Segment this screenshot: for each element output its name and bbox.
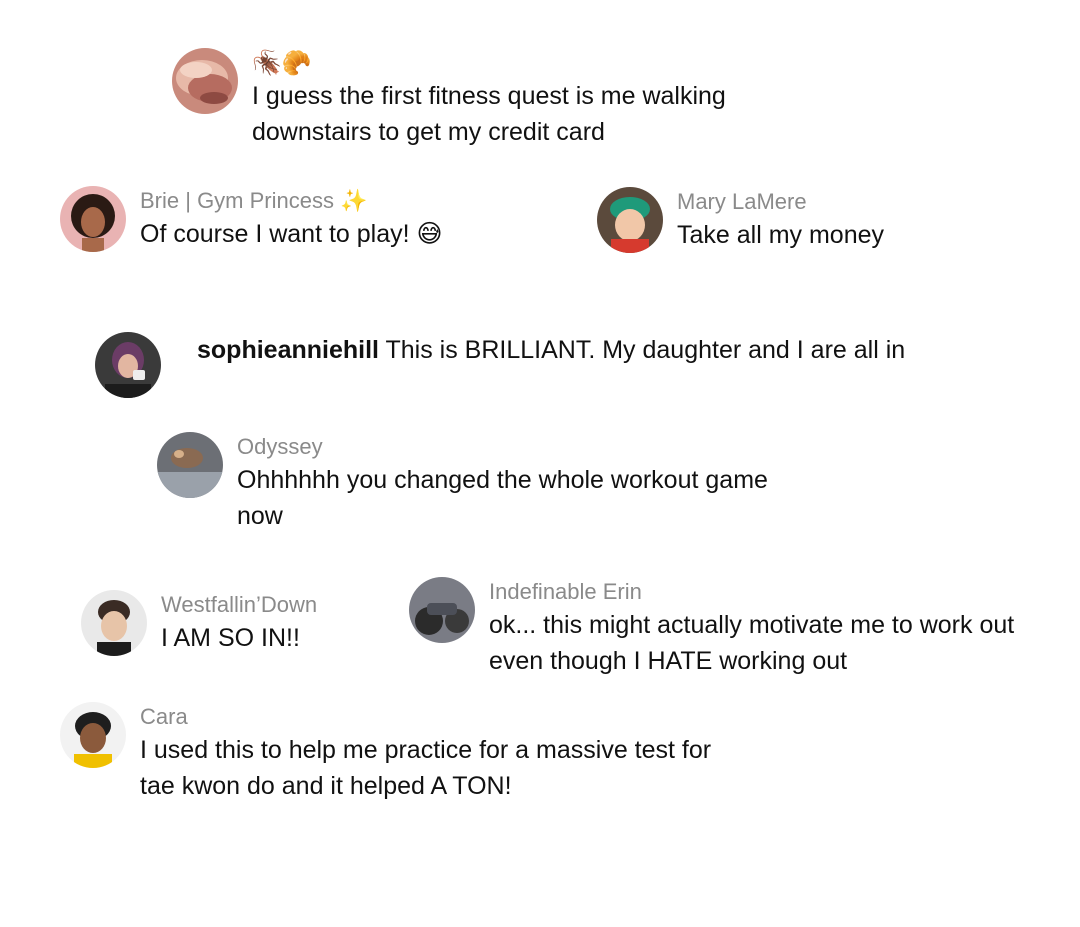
comment-author[interactable]: Mary LaMere [677,187,884,217]
comment-author[interactable]: Brie | Gym Princess ✨ [140,186,443,216]
comment-body: Mary LaMere Take all my money [677,187,884,253]
comment-author[interactable]: 🪳🥐 [252,48,832,78]
comment-text: I AM SO IN!! [161,624,300,652]
comment-text: Take all my money [677,221,885,249]
comment-body: sophieanniehill This is BRILLIANT. My da… [197,332,905,368]
comment-item: Odyssey Ohhhhhh you changed the whole wo… [157,432,777,534]
comment-text-inline: This is BRILLIANT. My daughter and I are… [385,336,906,364]
avatar[interactable] [172,48,238,114]
comment-body: 🪳🥐 I guess the first fitness quest is me… [252,48,832,150]
comment-text: Ohhhhhh you changed the whole workout ga… [237,466,768,530]
avatar[interactable] [81,590,147,656]
comment-item: Cara I used this to help me practice for… [60,702,720,804]
avatar[interactable] [409,577,475,643]
comment-body: Westfallin’Down I AM SO IN!! [161,590,317,656]
comment-body: Odyssey Ohhhhhh you changed the whole wo… [237,432,777,534]
avatar[interactable] [95,332,161,398]
comment-text: ok... this might actually motivate me to… [489,611,1015,675]
comment-text: sophieanniehill This is BRILLIANT. My da… [197,332,905,368]
avatar[interactable] [157,432,223,498]
comment-body: Indefinable Erin ok... this might actual… [489,577,1069,679]
avatar[interactable] [60,186,126,252]
comment-author[interactable]: Cara [140,702,720,732]
avatar[interactable] [597,187,663,253]
comment-item: Westfallin’Down I AM SO IN!! [81,590,381,656]
comment-item: Brie | Gym Princess ✨ Of course I want t… [60,186,540,252]
comment-author[interactable]: Odyssey [237,432,777,462]
comment-item: sophieanniehill This is BRILLIANT. My da… [95,332,995,398]
comment-author[interactable]: Westfallin’Down [161,590,317,620]
comment-text: I used this to help me practice for a ma… [140,736,712,800]
comment-item: Mary LaMere Take all my money [597,187,1037,253]
comment-body: Cara I used this to help me practice for… [140,702,720,804]
comment-item: 🪳🥐 I guess the first fitness quest is me… [172,48,832,150]
comment-text: Of course I want to play! 😅 [140,220,443,248]
comment-author[interactable]: sophieanniehill [197,336,379,364]
comment-body: Brie | Gym Princess ✨ Of course I want t… [140,186,443,252]
avatar[interactable] [60,702,126,768]
comment-item: Indefinable Erin ok... this might actual… [409,577,1069,679]
comment-text: I guess the first fitness quest is me wa… [252,82,726,146]
comment-author[interactable]: Indefinable Erin [489,577,1069,607]
